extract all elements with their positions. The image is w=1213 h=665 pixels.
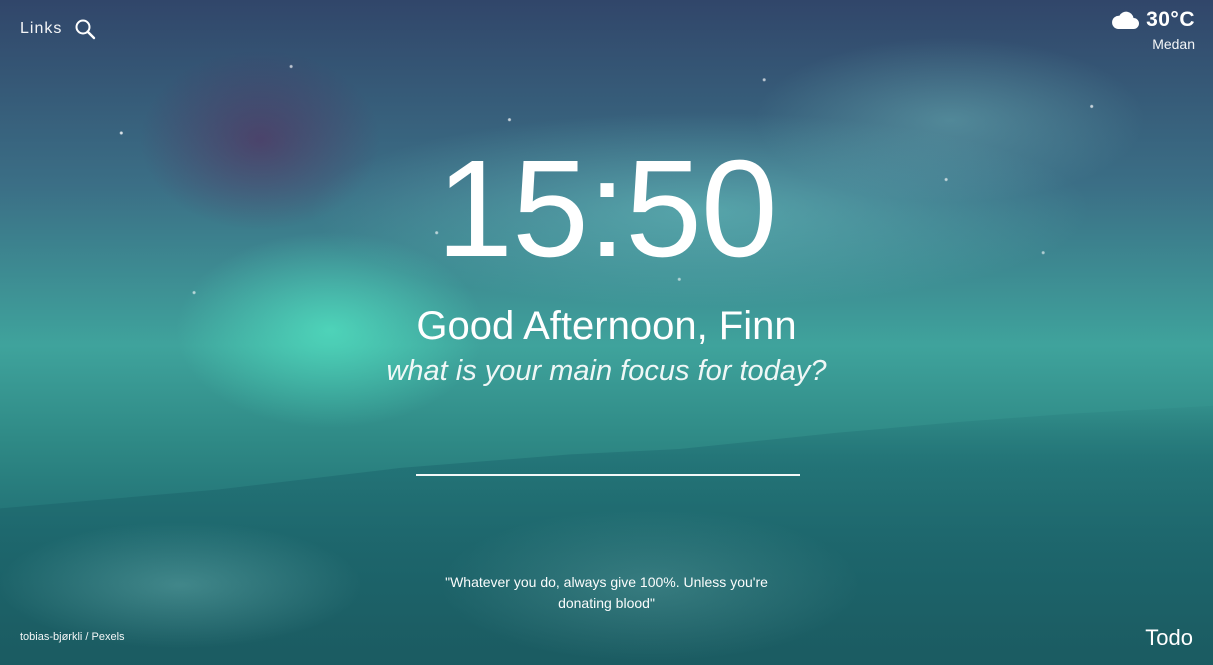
todo-button[interactable]: Todo: [1145, 625, 1193, 651]
center-panel: 15:50 Good Afternoon, Finn what is your …: [0, 132, 1213, 388]
links-button[interactable]: Links: [20, 20, 62, 38]
greeting: Good Afternoon, Finn: [416, 304, 797, 348]
weather-widget[interactable]: 30°C Medan: [1110, 6, 1195, 52]
cloud-icon: [1110, 9, 1140, 31]
city-name: Medan: [1152, 36, 1195, 52]
clock: 15:50: [436, 132, 777, 286]
weather-row: 30°C: [1110, 6, 1195, 34]
temperature: 30°C: [1146, 8, 1195, 31]
search-icon[interactable]: [74, 18, 96, 40]
focus-input[interactable]: [416, 438, 800, 476]
focus-prompt: what is your main focus for today?: [386, 355, 827, 387]
quote: "Whatever you do, always give 100%. Unle…: [445, 574, 768, 611]
photo-credit: tobias-bjørkli / Pexels: [20, 631, 125, 643]
links-bar: Links: [20, 18, 96, 40]
